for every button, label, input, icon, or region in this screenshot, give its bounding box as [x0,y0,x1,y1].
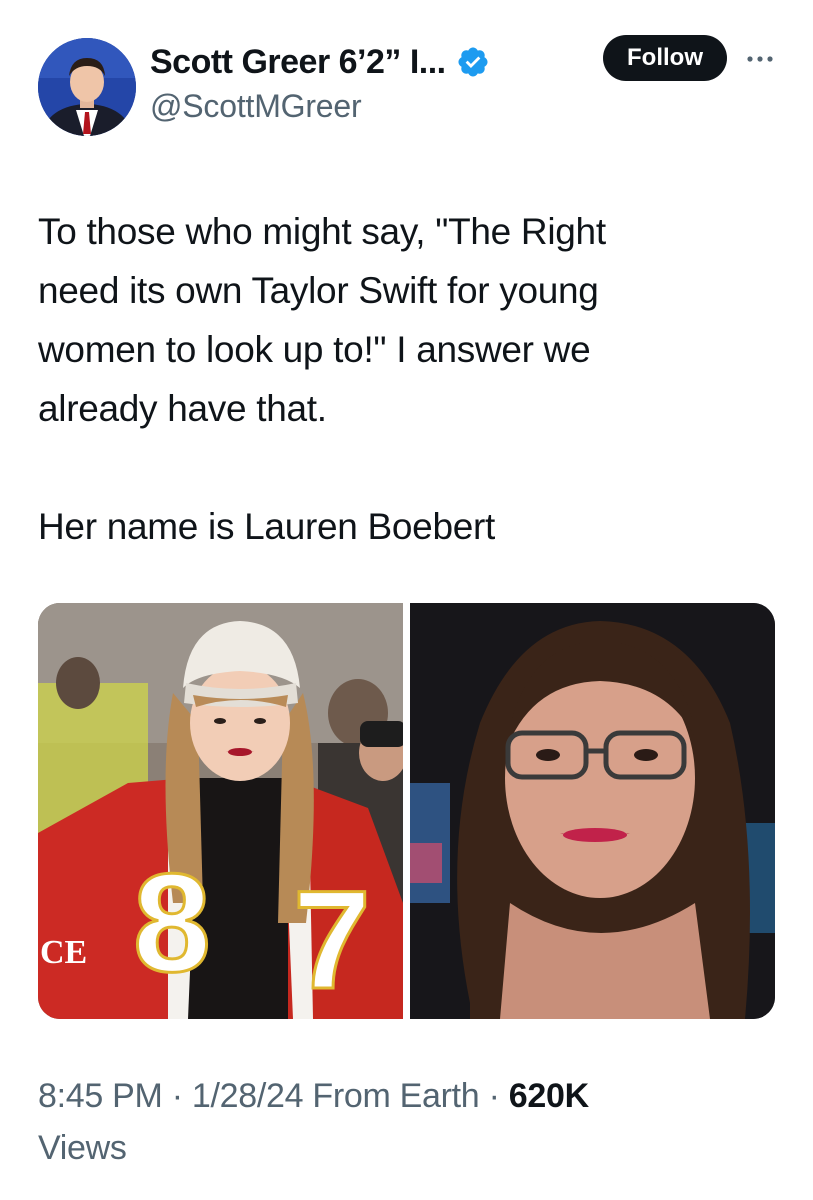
author-name-row[interactable]: Scott Greer 6’2” I... [150,40,490,84]
jacket-number-right: 7 [293,861,371,1018]
meta-separator: · [488,1077,500,1115]
tweet-text-closing: Her name is Lauren Boebert [38,506,496,547]
jacket-number-left: 8 [133,844,211,1001]
tweet-media[interactable]: 8 7 CE [38,603,775,1019]
author-handle[interactable]: @ScottMGreer [150,88,362,125]
views-label[interactable]: Views [38,1129,127,1167]
views-count[interactable]: 620K [509,1077,589,1115]
meta-separator: · [171,1077,183,1115]
tweet-text-line: already have that. [38,388,327,429]
tweet-time[interactable]: 8:45 PM [38,1077,163,1115]
follow-button[interactable]: Follow [603,35,727,81]
tweet-source: From Earth [312,1077,480,1115]
tweet-text-line: women to look up to!" I answer we [38,329,591,370]
profile-avatar[interactable] [38,38,136,136]
media-divider [403,603,410,1019]
tweet-meta: 8:45 PM · 1/28/24 From Earth · 620K View… [38,1070,778,1174]
media-photo-left[interactable]: 8 7 CE [38,603,403,1019]
avatar-image [38,38,136,136]
tweet-text: To those who might say, "The Right need … [38,202,778,556]
more-options-icon[interactable] [745,44,775,74]
tweet-text-line: To those who might say, "The Right [38,211,606,252]
author-display-name[interactable]: Scott Greer 6’2” I... [150,43,446,82]
jacket-sleeve-text: CE [40,934,87,971]
verified-badge-icon [458,47,488,77]
media-photo-right[interactable] [410,603,775,1019]
tweet-text-line: need its own Taylor Swift for young [38,270,599,311]
tweet-date[interactable]: 1/28/24 [192,1077,304,1115]
